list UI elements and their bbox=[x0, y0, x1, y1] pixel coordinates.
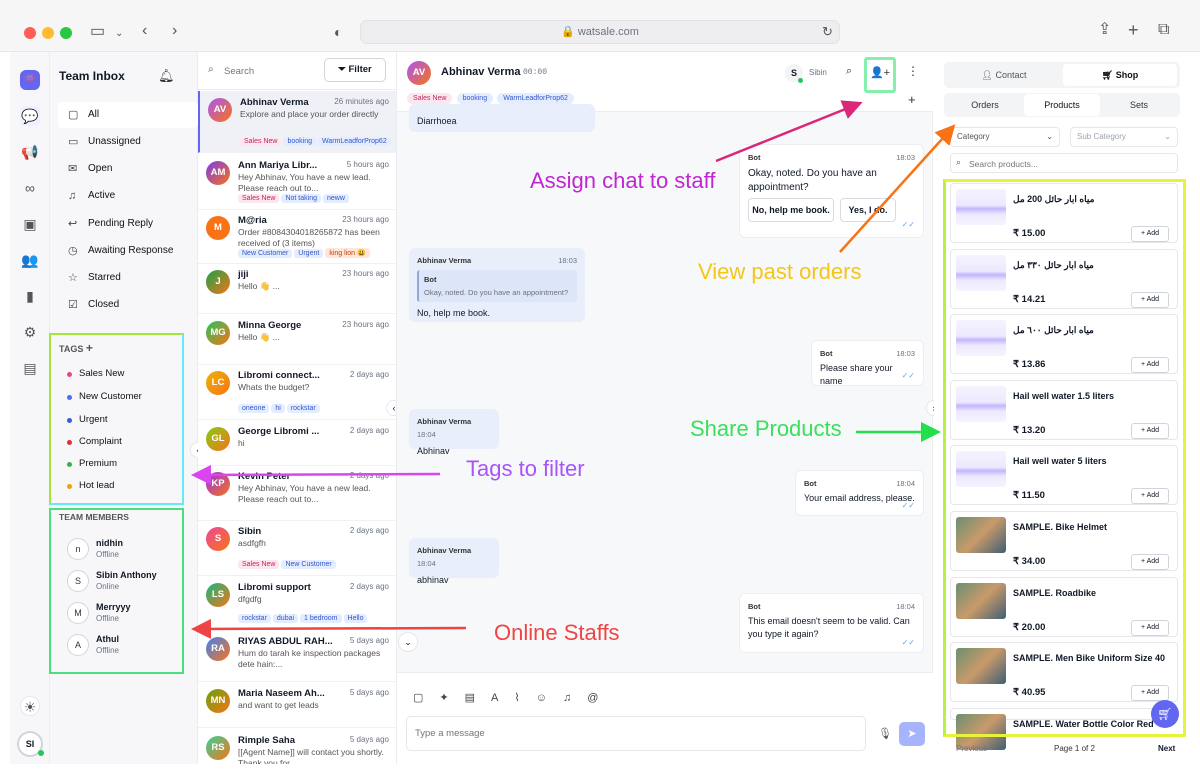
annotation-orders: View past orders bbox=[698, 259, 862, 284]
annotation-arrows bbox=[191, 100, 956, 639]
annotation-share: Share Products bbox=[690, 416, 842, 441]
annotation-staffs: Online Staffs bbox=[494, 620, 620, 645]
assign-arrow bbox=[715, 100, 863, 163]
app-window: ▭ ⌄ ‹ › ◐ 🔒 watsale.com ↻ ⇪ + ⧉ 👾 💬 📢 ∞ … bbox=[0, 0, 1200, 773]
tags-arrow bbox=[191, 464, 441, 485]
annotation-tags: Tags to filter bbox=[466, 456, 585, 481]
staffs-arrow bbox=[191, 618, 467, 639]
orders-arrow bbox=[839, 124, 956, 253]
annotation-assign: Assign chat to staff bbox=[530, 168, 716, 193]
